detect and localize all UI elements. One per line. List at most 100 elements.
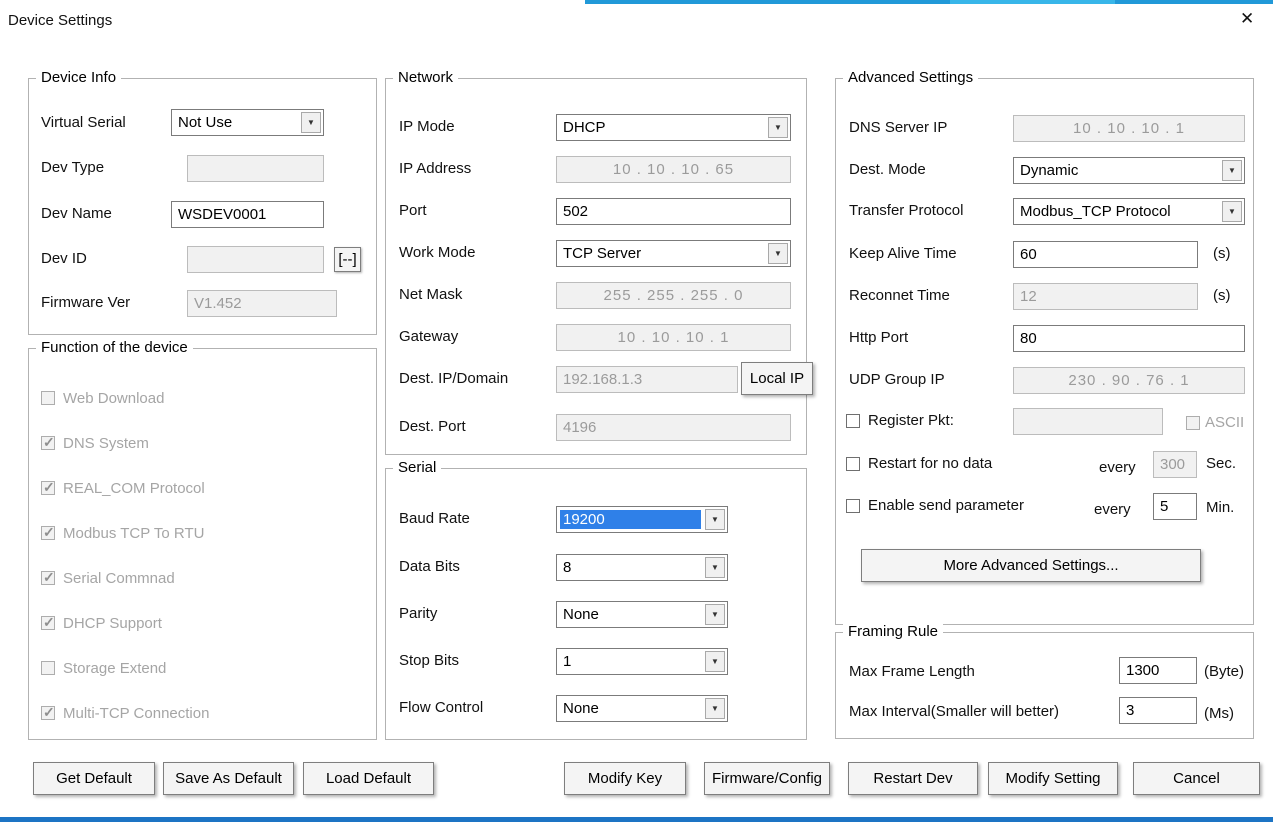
dns-server-ip-field [1013, 115, 1245, 142]
restart-no-data-checkbox[interactable] [846, 457, 860, 471]
dev-id-field [187, 246, 324, 273]
transfer-protocol-value: Modbus_TCP Protocol [1017, 202, 1218, 221]
checkbox-storage-extend-label: Storage Extend [63, 660, 166, 678]
stop-bits-label: Stop Bits [399, 652, 459, 670]
register-pkt-checkbox[interactable] [846, 414, 860, 428]
http-port-field[interactable] [1013, 325, 1245, 352]
chevron-down-icon: ▼ [705, 557, 725, 578]
keep-alive-label: Keep Alive Time [849, 245, 957, 263]
checkbox-real-com [41, 481, 55, 495]
data-bits-label: Data Bits [399, 558, 460, 576]
chevron-down-icon: ▼ [705, 698, 725, 719]
advanced-settings-legend: Advanced Settings [843, 69, 978, 86]
checkbox-multi-tcp [41, 706, 55, 720]
close-icon[interactable]: ✕ [1240, 10, 1254, 28]
dest-ip-field [556, 366, 738, 393]
baud-rate-value: 19200 [560, 510, 701, 529]
max-frame-length-field[interactable] [1119, 657, 1197, 684]
net-mask-label: Net Mask [399, 286, 462, 304]
keep-alive-field[interactable] [1013, 241, 1198, 268]
firmware-ver-label: Firmware Ver [41, 294, 130, 312]
checkbox-serial-command-label: Serial Commnad [63, 570, 175, 588]
serial-legend: Serial [393, 459, 441, 476]
max-interval-label: Max Interval(Smaller will better) [849, 703, 1059, 721]
more-advanced-settings-button[interactable]: More Advanced Settings... [861, 549, 1201, 582]
firmware-config-button[interactable]: Firmware/Config [704, 762, 830, 795]
flow-control-select[interactable]: None ▼ [556, 695, 728, 722]
stop-bits-value: 1 [560, 652, 701, 671]
reconnect-time-field [1013, 283, 1198, 310]
checkbox-dns-system [41, 436, 55, 450]
dev-name-field[interactable] [171, 201, 324, 228]
stop-bits-select[interactable]: 1 ▼ [556, 648, 728, 675]
chevron-down-icon: ▼ [1222, 160, 1242, 181]
get-default-button[interactable]: Get Default [33, 762, 155, 795]
dev-id-label: Dev ID [41, 250, 87, 268]
port-label: Port [399, 202, 427, 220]
ip-mode-label: IP Mode [399, 118, 455, 136]
checkbox-storage-extend [41, 661, 55, 675]
parity-label: Parity [399, 605, 437, 623]
device-info-legend: Device Info [36, 69, 121, 86]
serial-group: Serial Baud Rate 19200 ▼ Data Bits 8 ▼ P… [385, 468, 807, 740]
dev-type-label: Dev Type [41, 159, 104, 177]
enable-send-parameter-checkbox[interactable] [846, 499, 860, 513]
checkbox-dhcp-support-label: DHCP Support [63, 615, 162, 633]
net-mask-field [556, 282, 791, 309]
work-mode-value: TCP Server [560, 244, 764, 263]
modify-setting-button[interactable]: Modify Setting [988, 762, 1118, 795]
dest-port-label: Dest. Port [399, 418, 466, 436]
virtual-serial-select[interactable]: Not Use ▼ [171, 109, 324, 136]
dev-type-field [187, 155, 324, 182]
port-field[interactable] [556, 198, 791, 225]
virtual-serial-label: Virtual Serial [41, 114, 126, 132]
dev-id-expand-button[interactable]: [--] [334, 247, 361, 272]
dest-mode-label: Dest. Mode [849, 161, 926, 179]
enable-minutes-field[interactable] [1153, 493, 1197, 520]
restart-dev-button[interactable]: Restart Dev [848, 762, 978, 795]
keep-alive-unit-label: (s) [1213, 245, 1231, 263]
modify-key-button[interactable]: Modify Key [564, 762, 686, 795]
dest-port-field [556, 414, 791, 441]
parity-select[interactable]: None ▼ [556, 601, 728, 628]
ip-address-label: IP Address [399, 160, 471, 178]
dest-mode-select[interactable]: Dynamic ▼ [1013, 157, 1245, 184]
cancel-button[interactable]: Cancel [1133, 762, 1260, 795]
load-default-button[interactable]: Load Default [303, 762, 434, 795]
dns-server-ip-label: DNS Server IP [849, 119, 947, 137]
framing-rule-group: Framing Rule Max Frame Length (Byte) Max… [835, 632, 1254, 739]
udp-group-ip-field [1013, 367, 1245, 394]
register-pkt-field [1013, 408, 1163, 435]
ip-address-field [556, 156, 791, 183]
title-bar: Device Settings ✕ [0, 4, 1273, 40]
restart-no-data-label: Restart for no data [868, 455, 992, 473]
reconnect-unit-label: (s) [1213, 287, 1231, 305]
bottom-edge-accent [0, 817, 1273, 822]
transfer-protocol-select[interactable]: Modbus_TCP Protocol ▼ [1013, 198, 1245, 225]
save-as-default-button[interactable]: Save As Default [163, 762, 294, 795]
checkbox-web-download [41, 391, 55, 405]
data-bits-value: 8 [560, 558, 701, 577]
checkbox-serial-command [41, 571, 55, 585]
ip-mode-select[interactable]: DHCP ▼ [556, 114, 791, 141]
work-mode-select[interactable]: TCP Server ▼ [556, 240, 791, 267]
baud-rate-label: Baud Rate [399, 510, 470, 528]
http-port-label: Http Port [849, 329, 908, 347]
enable-unit-label: Min. [1206, 499, 1234, 517]
udp-group-ip-label: UDP Group IP [849, 371, 945, 389]
flow-control-value: None [560, 699, 701, 718]
checkbox-modbus-tcp-rtu-label: Modbus TCP To RTU [63, 525, 204, 543]
max-interval-field[interactable] [1119, 697, 1197, 724]
checkbox-modbus-tcp-rtu [41, 526, 55, 540]
max-interval-unit-label: (Ms) [1204, 705, 1234, 723]
local-ip-button[interactable]: Local IP [741, 362, 813, 395]
baud-rate-select[interactable]: 19200 ▼ [556, 506, 728, 533]
data-bits-select[interactable]: 8 ▼ [556, 554, 728, 581]
max-frame-unit-label: (Byte) [1204, 663, 1244, 681]
virtual-serial-value: Not Use [175, 113, 297, 132]
chevron-down-icon: ▼ [1222, 201, 1242, 222]
enable-send-parameter-label: Enable send parameter [868, 497, 1024, 515]
chevron-down-icon: ▼ [768, 117, 788, 138]
enable-every-label: every [1094, 501, 1131, 519]
network-legend: Network [393, 69, 458, 86]
